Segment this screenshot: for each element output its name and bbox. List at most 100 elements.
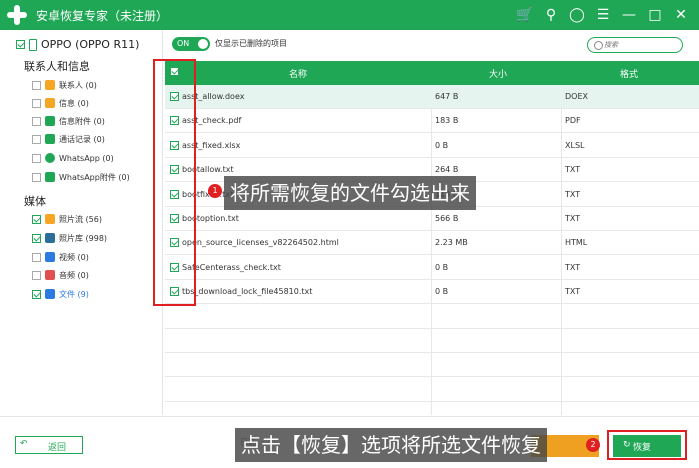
sidebar-item-label: WhatsApp附件 (0) (59, 172, 130, 182)
menu-icon[interactable]: ☰ (593, 5, 613, 25)
sidebar-item-label: 信息附件 (0) (59, 116, 105, 126)
column-header-format[interactable]: 格式 (620, 67, 638, 80)
sidebar-item-label: WhatsApp (0) (59, 153, 114, 163)
filter-label: 仅显示已删除的项目 (215, 39, 287, 48)
phone-icon (45, 134, 55, 144)
table-row-empty (165, 378, 699, 402)
search-box[interactable] (587, 37, 683, 53)
table-row[interactable]: open_source_licenses_v82264502.html 2.23 … (165, 231, 699, 256)
file-format-cell: TXT (565, 165, 581, 175)
top-toolbar: ON 仅显示已删除的项目 (163, 30, 699, 58)
step1-badge: 1 (208, 184, 222, 198)
section-media-title: 媒体 (24, 195, 46, 208)
file-table: 名称 大小 格式 asst_allow.doex 647 B DOEX asst_ch… (165, 61, 699, 415)
cart-icon[interactable]: 🛒 (515, 5, 535, 25)
contacts-icon (45, 80, 55, 90)
toggle-knob (198, 39, 208, 49)
checkbox[interactable] (32, 98, 41, 108)
sidebar-item-files[interactable]: 文件 (9) (32, 287, 89, 301)
checkbox[interactable] (32, 270, 41, 280)
sidebar-item-label: 照片流 (56) (59, 214, 102, 224)
search-input[interactable] (604, 39, 678, 51)
file-size-cell: 0 B (435, 287, 449, 297)
sidebar-item-photo-library[interactable]: 照片库 (998) (32, 231, 107, 245)
audio-icon (45, 270, 55, 280)
checkbox[interactable] (32, 252, 41, 262)
table-row-empty (165, 402, 699, 415)
file-format-cell: HTML (565, 238, 588, 248)
sidebar: OPPO (OPPO R11) 联系人和信息 联系人 (0) 信息 (0) 信息… (0, 30, 163, 415)
chat-icon[interactable]: ◯ (567, 5, 587, 25)
section-contacts-title: 联系人和信息 (24, 60, 90, 73)
table-header: 名称 大小 格式 (165, 61, 699, 85)
sidebar-item-label: 信息 (0) (59, 98, 89, 108)
table-row[interactable]: SafeCenterass_check.txt 0 B TXT (165, 256, 699, 280)
sidebar-item-label: 文件 (9) (59, 289, 89, 299)
file-name-cell: tbs_download_lock_file45810.txt (182, 287, 313, 297)
column-header-size[interactable]: 大小 (489, 67, 507, 80)
sidebar-item-label: 视频 (0) (59, 252, 89, 262)
checkbox[interactable] (32, 80, 41, 90)
key-icon[interactable]: ⚲ (541, 5, 561, 25)
video-icon (45, 252, 55, 262)
table-row-empty (165, 305, 699, 329)
checkbox[interactable] (32, 233, 41, 243)
file-size-cell: 183 B (435, 116, 459, 126)
app-title: 安卓恢复专家（未注册） (36, 9, 169, 23)
device-checkbox[interactable] (16, 40, 25, 49)
step2-highlight-box (607, 430, 687, 460)
checkbox[interactable] (32, 289, 41, 299)
step2-badge: 2 (586, 438, 600, 452)
file-format-cell: DOEX (565, 92, 588, 101)
sidebar-item-audio[interactable]: 音频 (0) (32, 268, 89, 282)
close-icon[interactable]: ✕ (671, 5, 691, 25)
table-row[interactable]: asst_check.pdf 183 B PDF (165, 109, 699, 134)
file-format-cell: TXT (565, 287, 581, 297)
sidebar-item-contacts[interactable]: 联系人 (0) (32, 78, 97, 92)
sidebar-item-photostream[interactable]: 照片流 (56) (32, 212, 102, 226)
maximize-icon[interactable]: □ (645, 5, 665, 25)
step1-highlight-box (153, 59, 196, 306)
photo-library-icon (45, 233, 55, 243)
sidebar-item-label: 音频 (0) (59, 270, 89, 280)
messages-icon (45, 98, 55, 108)
sidebar-item-label: 通话记录 (0) (59, 134, 105, 144)
file-size-cell: 0 B (435, 262, 449, 272)
sidebar-item-whatsapp-attachments[interactable]: WhatsApp附件 (0) (32, 170, 130, 184)
checkbox[interactable] (32, 153, 41, 163)
photostream-icon (45, 214, 55, 224)
file-size-cell: 566 B (435, 214, 459, 223)
sidebar-item-label: 照片库 (998) (59, 233, 108, 243)
table-row-empty (165, 353, 699, 378)
file-size-cell: 2.23 MB (435, 238, 468, 248)
back-button-label: 返回 (48, 443, 67, 453)
sidebar-item-whatsapp[interactable]: WhatsApp (0) (32, 151, 114, 165)
file-format-cell: TXT (565, 189, 581, 199)
sidebar-item-call-log[interactable]: 通话记录 (0) (32, 132, 105, 146)
checkbox[interactable] (32, 172, 41, 182)
whatsapp-attachment-icon (45, 172, 55, 182)
sidebar-item-video[interactable]: 视频 (0) (32, 250, 89, 264)
back-button[interactable]: ↶ 返回 (15, 436, 83, 454)
checkbox[interactable] (32, 214, 41, 224)
sidebar-item-messages[interactable]: 信息 (0) (32, 96, 89, 110)
search-icon (594, 41, 603, 50)
step2-callout: 点击【恢复】选项将所选文件恢复 (235, 428, 547, 462)
deleted-only-toggle[interactable]: ON (172, 37, 210, 51)
title-bar: 安卓恢复专家（未注册） 🛒 ⚲ ◯ ☰ — □ ✕ (0, 0, 699, 30)
device-row[interactable]: OPPO (OPPO R11) (16, 38, 139, 51)
column-header-name[interactable]: 名称 (289, 67, 307, 80)
minimize-icon[interactable]: — (619, 5, 639, 25)
checkbox[interactable] (32, 116, 41, 126)
table-row[interactable]: asst_fixed.xlsx 0 B XLSL (165, 134, 699, 158)
file-name-cell: SafeCenterass_check.txt (182, 262, 281, 272)
phone-icon (29, 38, 37, 51)
table-row[interactable]: asst_allow.doex 647 B DOEX (165, 85, 699, 109)
whatsapp-icon (45, 153, 55, 163)
table-row[interactable]: bootoption.txt 566 B TXT (165, 207, 699, 231)
sidebar-item-label: 联系人 (0) (59, 80, 97, 90)
back-arrow-icon: ↶ (20, 439, 28, 449)
checkbox[interactable] (32, 134, 41, 144)
sidebar-item-attachments[interactable]: 信息附件 (0) (32, 114, 105, 128)
table-row[interactable]: tbs_download_lock_file45810.txt 0 B TXT (165, 280, 699, 305)
